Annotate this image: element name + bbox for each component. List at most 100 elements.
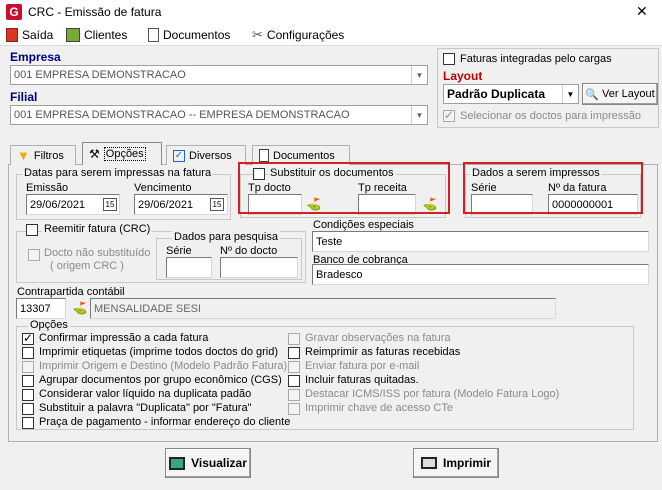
option-checkbox[interactable] (22, 403, 34, 415)
binoculars-icon[interactable]: ⛳ (70, 298, 90, 318)
docto-nao-checkbox[interactable] (28, 249, 40, 261)
option-label: Gravar observações na fatura (305, 332, 451, 344)
option-label: Imprimir etiquetas (imprime todos doctos… (39, 346, 279, 358)
chevron-down-icon[interactable]: ▼ (411, 66, 427, 84)
calendar-icon[interactable]: 15 (210, 198, 224, 211)
option-label: Confirmar impressão a cada fatura (39, 332, 209, 344)
chevron-down-icon[interactable]: ▼ (562, 85, 578, 103)
printer-icon (420, 457, 437, 469)
option-label: Imprimir chave de acesso CTe (305, 402, 453, 414)
option-checkbox[interactable] (22, 375, 34, 387)
tab-diversos-label: Diversos (189, 149, 232, 162)
option-label: Destacar ICMS/ISS por fatura (Modelo Fat… (305, 388, 560, 400)
selecionar-checkbox[interactable] (443, 108, 455, 122)
menu-documentos-label: Documentos (163, 28, 231, 42)
imprimir-button[interactable]: Imprimir (413, 448, 499, 478)
option-checkbox[interactable] (22, 417, 34, 429)
document-icon (148, 28, 159, 42)
faturas-integradas-checkbox[interactable] (443, 53, 455, 65)
tab-filtros[interactable]: ▼ Filtros (10, 145, 76, 165)
ver-layout-button[interactable]: 🔍 Ver Layout (582, 83, 658, 105)
layout-select[interactable]: Padrão Duplicata ▼ (443, 84, 579, 104)
option-checkbox[interactable] (22, 331, 34, 345)
menu-saida-label: Saída (22, 28, 54, 42)
option-label: Agrupar documentos por grupo econômico (… (39, 374, 282, 386)
tab-documentos-label: Documentos (273, 149, 335, 162)
option-checkbox[interactable] (22, 347, 34, 359)
document-icon (259, 149, 269, 162)
imprimir-label: Imprimir (442, 456, 491, 470)
opcoes-legend: Opções (28, 319, 70, 331)
condicoes-label: Condições especiais (313, 219, 414, 231)
option-label: Considerar valor líquido na duplicata pa… (39, 388, 252, 400)
emissao-label: Emissão (26, 182, 69, 194)
tools-icon: ✂ (252, 27, 263, 42)
option-checkbox[interactable] (22, 361, 34, 373)
title-bar: G CRC - Emissão de fatura ✕ (0, 0, 662, 24)
option-label: Praça de pagamento - informar endereço d… (39, 416, 291, 428)
vencimento-value: 29/06/2021 (138, 198, 194, 211)
option-checkbox[interactable] (288, 347, 300, 359)
ndocto-label: Nº do docto (220, 245, 278, 257)
pesquisa-serie-field[interactable] (166, 257, 212, 278)
tools-icon: ⚒ (89, 147, 100, 161)
app-logo-icon: G (6, 4, 22, 20)
faturas-integradas-label: Faturas integradas pelo cargas (460, 53, 612, 65)
exit-door-icon (6, 28, 18, 42)
option-checkbox[interactable] (288, 333, 300, 345)
close-button[interactable]: ✕ (636, 3, 648, 20)
calendar-icon[interactable]: 15 (103, 198, 117, 211)
datas-legend: Datas para serem impressas na fatura (22, 167, 214, 179)
emissao-value: 29/06/2021 (30, 198, 86, 211)
option-label: Imprimir Origem e Destino (Modelo Padrão… (39, 360, 288, 372)
option-label: Incluir faturas quitadas. (305, 374, 419, 386)
ndocto-field[interactable] (220, 257, 298, 278)
substituir-checkbox[interactable] (253, 168, 265, 180)
clients-icon (66, 28, 80, 42)
condicoes-value: Teste (316, 235, 343, 248)
calendar-day: 15 (105, 200, 115, 209)
option-checkbox[interactable] (288, 361, 300, 373)
magnifier-icon: 🔍 (585, 88, 600, 101)
filter-funnel-icon: ▼ (17, 148, 30, 163)
menu-documentos[interactable]: Documentos (148, 26, 230, 44)
highlight-dados-impressos (463, 162, 643, 214)
chevron-down-icon[interactable]: ▼ (411, 106, 427, 124)
banco-field[interactable]: Bradesco (312, 264, 649, 285)
filial-label: Filial (10, 90, 38, 104)
menu-clientes[interactable]: Clientes (66, 26, 127, 44)
option-checkbox[interactable] (22, 389, 34, 401)
option-label: Substituir a palavra "Duplicata" por "Fa… (39, 402, 252, 414)
contrapartida-desc-field: MENSALIDADE SESI (90, 298, 556, 319)
option-label: Enviar fatura por e-mail (305, 360, 420, 372)
pesquisa-serie-label: Série (166, 245, 192, 257)
tab-opcoes-label: Opções (103, 147, 146, 161)
filial-select[interactable]: 001 EMPRESA DEMONSTRACAO -- EMPRESA DEMO… (10, 105, 428, 125)
tab-diversos[interactable]: ✓ Diversos (166, 145, 246, 165)
reemitir-legend: Reemitir fatura (CRC) (42, 223, 153, 235)
option-checkbox[interactable] (288, 389, 300, 401)
empresa-select[interactable]: 001 EMPRESA DEMONSTRACAO ▼ (10, 65, 428, 85)
visualizar-button[interactable]: Visualizar (165, 448, 251, 478)
window-title: CRC - Emissão de fatura (28, 5, 162, 19)
checkbox-tab-icon: ✓ (173, 149, 185, 162)
visualizar-label: Visualizar (191, 456, 247, 470)
tab-opcoes[interactable]: ⚒ Opções (82, 142, 162, 165)
contrapartida-code-field[interactable]: 13307 (16, 298, 66, 319)
contrapartida-desc: MENSALIDADE SESI (94, 302, 201, 315)
filial-value: 001 EMPRESA DEMONSTRACAO -- EMPRESA DEMO… (14, 109, 350, 121)
option-checkbox[interactable] (288, 403, 300, 415)
origem-label: ( origem CRC ) (50, 260, 124, 272)
menu-clientes-label: Clientes (84, 28, 128, 42)
menu-configuracoes-label: Configurações (266, 28, 345, 42)
empresa-label: Empresa (10, 50, 61, 64)
menu-saida[interactable]: Saída (6, 26, 53, 44)
contrapartida-label: Contrapartida contábil (17, 286, 125, 298)
calendar-day: 15 (212, 200, 222, 209)
monitor-icon (169, 456, 186, 470)
option-checkbox[interactable] (288, 375, 300, 387)
option-label: Reimprimir as faturas recebidas (305, 346, 461, 358)
menu-configuracoes[interactable]: ✂ Configurações (252, 26, 344, 44)
condicoes-field[interactable]: Teste (312, 231, 649, 252)
reemitir-checkbox[interactable] (26, 224, 38, 236)
